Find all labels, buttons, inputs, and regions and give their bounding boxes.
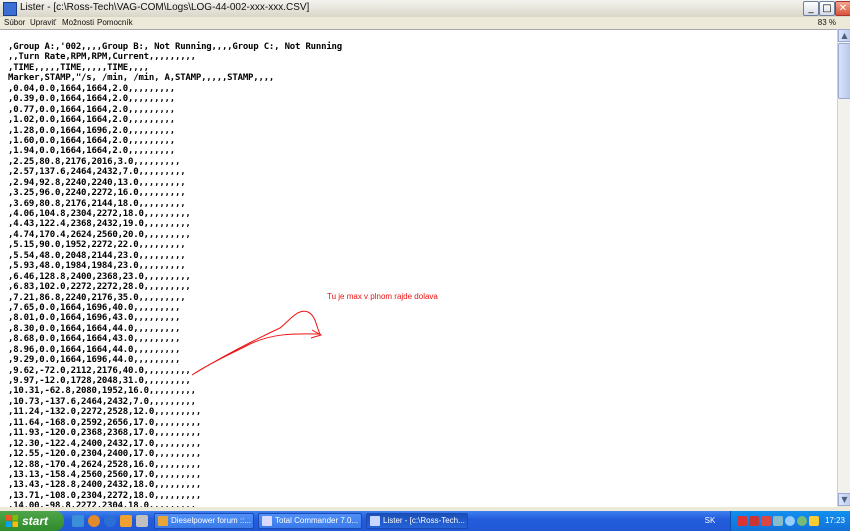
file-line: ,3.25,96.0,2240,2272,16.0,,,,,,,,, <box>8 188 186 199</box>
file-line: ,3.69,80.8,2176,2144,18.0,,,,,,,,, <box>8 198 186 209</box>
task-dieselpower-forum[interactable]: Dieselpower forum ::... <box>154 513 254 529</box>
file-line: ,5.15,90.0,1952,2272,22.0,,,,,,,,, <box>8 240 186 251</box>
annotation-text: Tu je max v plnom rajde dolava <box>327 292 438 301</box>
file-line: ,14.00,-98.8,2272,2304,18.0,,,,,,,,, <box>8 501 196 507</box>
tray-alert-icon[interactable] <box>761 516 771 526</box>
file-line: ,11.93,-120.0,2368,2368,17.0,,,,,,,,, <box>8 428 202 439</box>
close-button[interactable]: ✕ <box>835 1 850 16</box>
menu-item-subor[interactable]: Súbor <box>4 17 25 29</box>
firefox-icon <box>158 516 168 526</box>
task-total-commander[interactable]: Total Commander 7.0... <box>258 513 362 529</box>
file-line: ,1.60,0.0,1664,1664,2.0,,,,,,,,, <box>8 135 175 146</box>
lister-icon <box>370 516 380 526</box>
menu-item-upravit[interactable]: Upraviť <box>30 17 56 29</box>
file-line: ,,Turn Rate,RPM,RPM,Current,,,,,,,,, <box>8 52 196 63</box>
quicklaunch-ie-icon[interactable] <box>104 515 116 527</box>
file-line: ,11.64,-168.0,2592,2656,17.0,,,,,,,,, <box>8 417 202 428</box>
menu-bar: Súbor Upraviť Možnosti Pomocník 83 % <box>0 17 850 29</box>
file-text: ,Group A:,'002,,,,Group B:, Not Running,… <box>8 42 342 507</box>
lister-app-icon <box>3 2 17 16</box>
file-line: ,10.73,-137.6,2464,2432,7.0,,,,,,,,, <box>8 396 196 407</box>
start-button[interactable]: start <box>0 511 64 531</box>
file-line: ,4.43,122.4,2368,2432,19.0,,,,,,,,, <box>8 219 191 230</box>
file-line: ,0.39,0.0,1664,1664,2.0,,,,,,,,, <box>8 94 175 105</box>
window-title: Lister - [c:\Ross-Tech\VAG-COM\Logs\LOG-… <box>20 2 310 13</box>
taskbar: start Dieselpower forum ::... Total Comm… <box>0 511 850 531</box>
file-line: ,4.06,104.8,2304,2272,18.0,,,,,,,,, <box>8 209 191 219</box>
menu-item-pomocnik[interactable]: Pomocník <box>97 17 133 29</box>
system-tray: 17:23 <box>730 511 850 531</box>
file-line: ,0.04,0.0,1664,1664,2.0,,,,,,,,, <box>8 83 175 94</box>
scroll-down-button[interactable]: ▼ <box>838 493 850 506</box>
scroll-thumb[interactable] <box>838 43 850 99</box>
file-line: ,1.94,0.0,1664,1664,2.0,,,,,,,,, <box>8 146 175 157</box>
file-line: ,1.02,0.0,1664,1664,2.0,,,,,,,,, <box>8 115 175 126</box>
quicklaunch-media-icon[interactable] <box>120 515 132 527</box>
file-line: ,6.46,128.8,2400,2368,23.0,,,,,,,,, <box>8 271 191 282</box>
file-line: ,12.88,-170.4,2624,2528,16.0,,,,,,,,, <box>8 459 202 470</box>
annotation-arrow <box>191 310 323 376</box>
file-line: ,13.13,-158.4,2560,2560,17.0,,,,,,,,, <box>8 469 202 480</box>
start-label: start <box>22 514 49 528</box>
file-line: Marker,STAMP,"/s, /min, /min, A,STAMP,,,… <box>8 73 275 84</box>
title-bar[interactable]: Lister - [c:\Ross-Tech\VAG-COM\Logs\LOG-… <box>0 0 850 18</box>
file-content-area[interactable]: ,Group A:,'002,,,,Group B:, Not Running,… <box>0 29 837 507</box>
tray-app-icon[interactable] <box>749 516 759 526</box>
minimize-button[interactable]: _ <box>803 1 819 16</box>
file-line: ,12.30,-122.4,2400,2432,17.0,,,,,,,,, <box>8 438 202 449</box>
file-line: ,5.54,48.0,2048,2144,23.0,,,,,,,,, <box>8 250 186 261</box>
quicklaunch-app-icon[interactable] <box>136 515 148 527</box>
scroll-up-button[interactable]: ▲ <box>838 29 850 42</box>
windows-logo-icon <box>6 515 18 527</box>
file-line: ,TIME,,,,,TIME,,,,,TIME,,,, <box>8 62 149 73</box>
file-line: ,13.71,-108.0,2304,2272,18.0,,,,,,,,, <box>8 490 202 501</box>
language-indicator[interactable]: SK <box>700 511 720 531</box>
file-line: ,5.93,48.0,1984,1984,23.0,,,,,,,,, <box>8 261 186 272</box>
total-commander-icon <box>262 516 272 526</box>
file-line: ,4.74,170.4,2624,2560,20.0,,,,,,,,, <box>8 229 191 240</box>
zoom-level: 83 % <box>817 18 836 27</box>
menu-item-moznosti[interactable]: Možnosti <box>62 17 94 29</box>
file-line: ,0.77,0.0,1664,1664,2.0,,,,,,,,, <box>8 104 175 115</box>
tray-antivirus-icon[interactable] <box>737 516 747 526</box>
clock: 17:23 <box>824 516 845 525</box>
quicklaunch-desktop-icon[interactable] <box>72 515 84 527</box>
file-line: ,2.25,80.8,2176,2016,3.0,,,,,,,,, <box>8 156 181 167</box>
task-lister[interactable]: Lister - [c:\Ross-Tech... <box>366 513 468 529</box>
tray-messenger-icon[interactable] <box>797 516 807 526</box>
file-line: ,Group A:,'002,,,,Group B:, Not Running,… <box>8 42 342 52</box>
file-line: ,1.28,0.0,1664,1696,2.0,,,,,,,,, <box>8 125 175 136</box>
file-line: ,11.24,-132.0,2272,2528,12.0,,,,,,,,, <box>8 407 202 418</box>
maximize-button[interactable]: □ <box>819 1 835 16</box>
file-line: ,6.83,102.0,2272,2272,28.0,,,,,,,,, <box>8 282 191 293</box>
file-line: ,13.43,-128.8,2400,2432,18.0,,,,,,,,, <box>8 480 202 491</box>
file-line: ,2.94,92.8,2240,2240,13.0,,,,,,,,, <box>8 177 186 188</box>
vertical-scrollbar[interactable]: ▲ ▼ <box>837 29 850 506</box>
file-line: ,12.55,-120.0,2304,2400,17.0,,,,,,,,, <box>8 449 202 460</box>
file-line: ,2.57,137.6,2464,2432,7.0,,,,,,,,, <box>8 167 186 178</box>
tray-volume-icon[interactable] <box>785 516 795 526</box>
tray-network-icon[interactable] <box>773 516 783 526</box>
quicklaunch-firefox-icon[interactable] <box>88 515 100 527</box>
tray-security-icon[interactable] <box>809 516 819 526</box>
